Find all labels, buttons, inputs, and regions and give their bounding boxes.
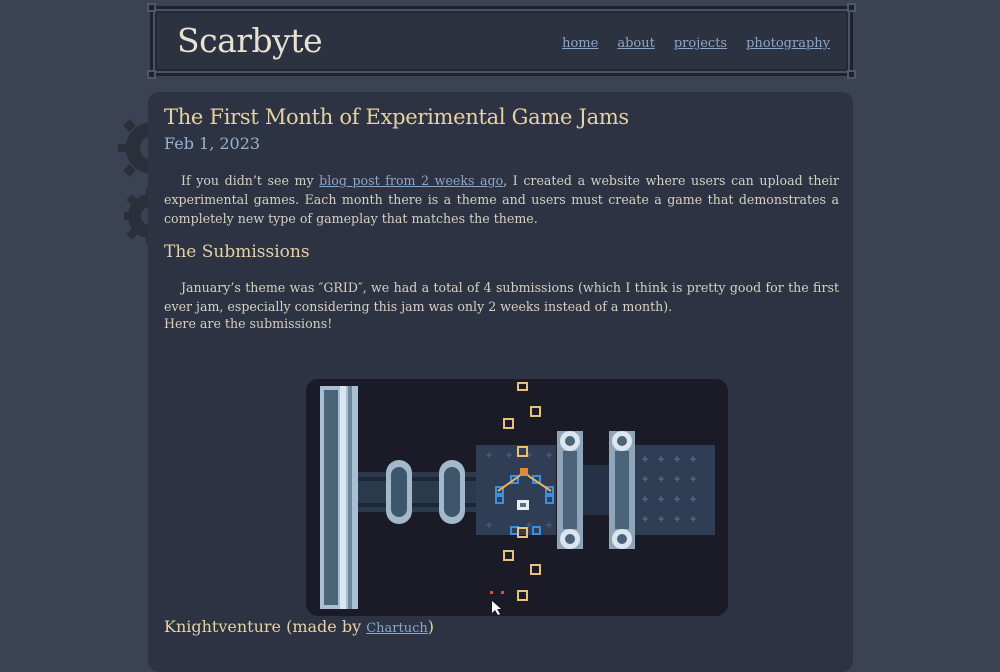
game-screenshot-image xyxy=(320,382,715,615)
author-link[interactable]: Chartuch xyxy=(366,621,428,636)
nav-home[interactable]: home xyxy=(562,36,598,51)
game-name: Knightventure (made by xyxy=(164,617,367,636)
frame-corner xyxy=(147,70,156,79)
frame-corner xyxy=(847,3,856,12)
site-logo[interactable]: Scarbyte xyxy=(177,21,323,60)
frame-corner xyxy=(147,3,156,12)
game-screenshot xyxy=(306,379,728,616)
frame-corner xyxy=(847,70,856,79)
nav-photography[interactable]: photography xyxy=(746,36,830,51)
caption-close: ) xyxy=(427,617,435,636)
post-title: The First Month of Experimental Game Jam… xyxy=(164,105,629,129)
submissions-followup: Here are the submissions! xyxy=(164,316,333,331)
section-heading: The Submissions xyxy=(164,242,310,262)
main-nav: home about projects photography xyxy=(562,36,830,51)
post-card: The First Month of Experimental Game Jam… xyxy=(148,92,853,672)
intro-paragraph: If you didn’t see my blog post from 2 we… xyxy=(164,171,839,228)
submissions-text: January’s theme was ″GRID″, we had a tot… xyxy=(164,280,839,314)
submissions-paragraph: January’s theme was ″GRID″, we had a tot… xyxy=(164,278,839,316)
nav-about[interactable]: about xyxy=(617,36,655,51)
blog-post-link[interactable]: blog post from 2 weeks ago xyxy=(319,173,503,188)
site-header: Scarbyte home about projects photography xyxy=(147,3,856,79)
intro-text-before: If you didn’t see my xyxy=(181,173,320,188)
nav-projects[interactable]: projects xyxy=(674,36,727,51)
game-caption: Knightventure (made by Chartuch) xyxy=(164,617,434,636)
post-date: Feb 1, 2023 xyxy=(164,134,261,153)
